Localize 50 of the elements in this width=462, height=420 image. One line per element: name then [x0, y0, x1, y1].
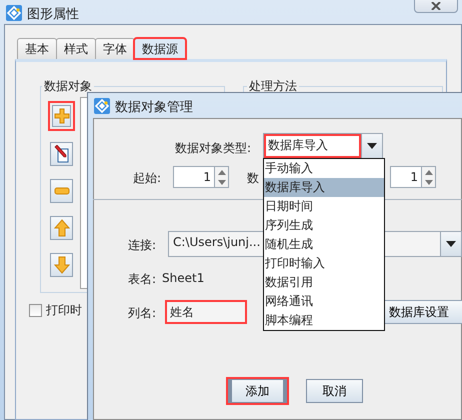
dropdown-item[interactable]: 数据库导入 — [264, 178, 384, 197]
tab[interactable]: 字体 — [95, 38, 135, 59]
column-label: 列名: — [128, 305, 156, 322]
caret-icon — [446, 241, 456, 247]
down-button[interactable] — [50, 253, 73, 277]
spin-up-icon[interactable] — [218, 170, 226, 174]
dropdown-item[interactable]: 序列生成 — [264, 216, 384, 235]
down-arrow-icon — [54, 256, 70, 274]
dropdown-item[interactable]: 手动输入 — [264, 159, 384, 178]
tab[interactable]: 数据源 — [134, 38, 186, 59]
window-title: 图形属性 — [27, 6, 79, 23]
count-spinner[interactable]: 1 — [390, 166, 436, 188]
add-button[interactable] — [48, 101, 75, 131]
dropdown-item[interactable]: 数据引用 — [264, 273, 384, 292]
dropdown-item[interactable]: 随机生成 — [264, 235, 384, 254]
dialog-button[interactable]: 取消 — [306, 379, 363, 403]
spin-down-icon[interactable] — [218, 180, 226, 184]
edit-button[interactable] — [50, 142, 73, 166]
checkbox[interactable] — [29, 304, 42, 317]
dialog-button[interactable]: 添加 — [226, 377, 289, 405]
tab[interactable]: 样式 — [56, 38, 96, 59]
checkbox-label: 打印时 — [46, 302, 82, 319]
caret-icon — [367, 143, 377, 149]
pencil-icon — [54, 145, 70, 163]
remove-button[interactable] — [50, 179, 73, 203]
close-icon — [431, 2, 441, 10]
start-spinner[interactable]: 1 — [173, 166, 229, 188]
type-dropdown[interactable]: 数据库导入 — [263, 133, 383, 159]
tab[interactable]: 基本 — [17, 38, 57, 59]
up-button[interactable] — [50, 216, 73, 240]
dropdown-item[interactable]: 网络通讯 — [264, 292, 384, 311]
minus-icon — [54, 187, 70, 195]
dropdown-item[interactable]: 打印时输入 — [264, 254, 384, 273]
column-field[interactable]: 姓名 — [166, 301, 246, 323]
up-arrow-icon — [54, 219, 70, 237]
table-name: Sheet1 — [162, 271, 204, 285]
app-icon — [94, 98, 110, 114]
dialog-title: 数据对象管理 — [115, 99, 193, 116]
count-label: 数 — [247, 170, 259, 187]
app-icon — [6, 5, 22, 21]
spin-up-icon[interactable] — [424, 170, 432, 174]
dropdown-item[interactable]: 日期时间 — [264, 197, 384, 216]
plus-icon — [54, 108, 70, 124]
type-label: 数据对象类型: — [175, 140, 252, 157]
group-title: 数据对象 — [42, 78, 94, 95]
start-label: 起始: — [133, 170, 162, 187]
spin-down-icon[interactable] — [424, 180, 432, 184]
dropdown-item[interactable]: 脚本编程 — [264, 311, 384, 330]
connection-label: 连接: — [128, 237, 156, 254]
table-label: 表名: — [128, 271, 156, 288]
